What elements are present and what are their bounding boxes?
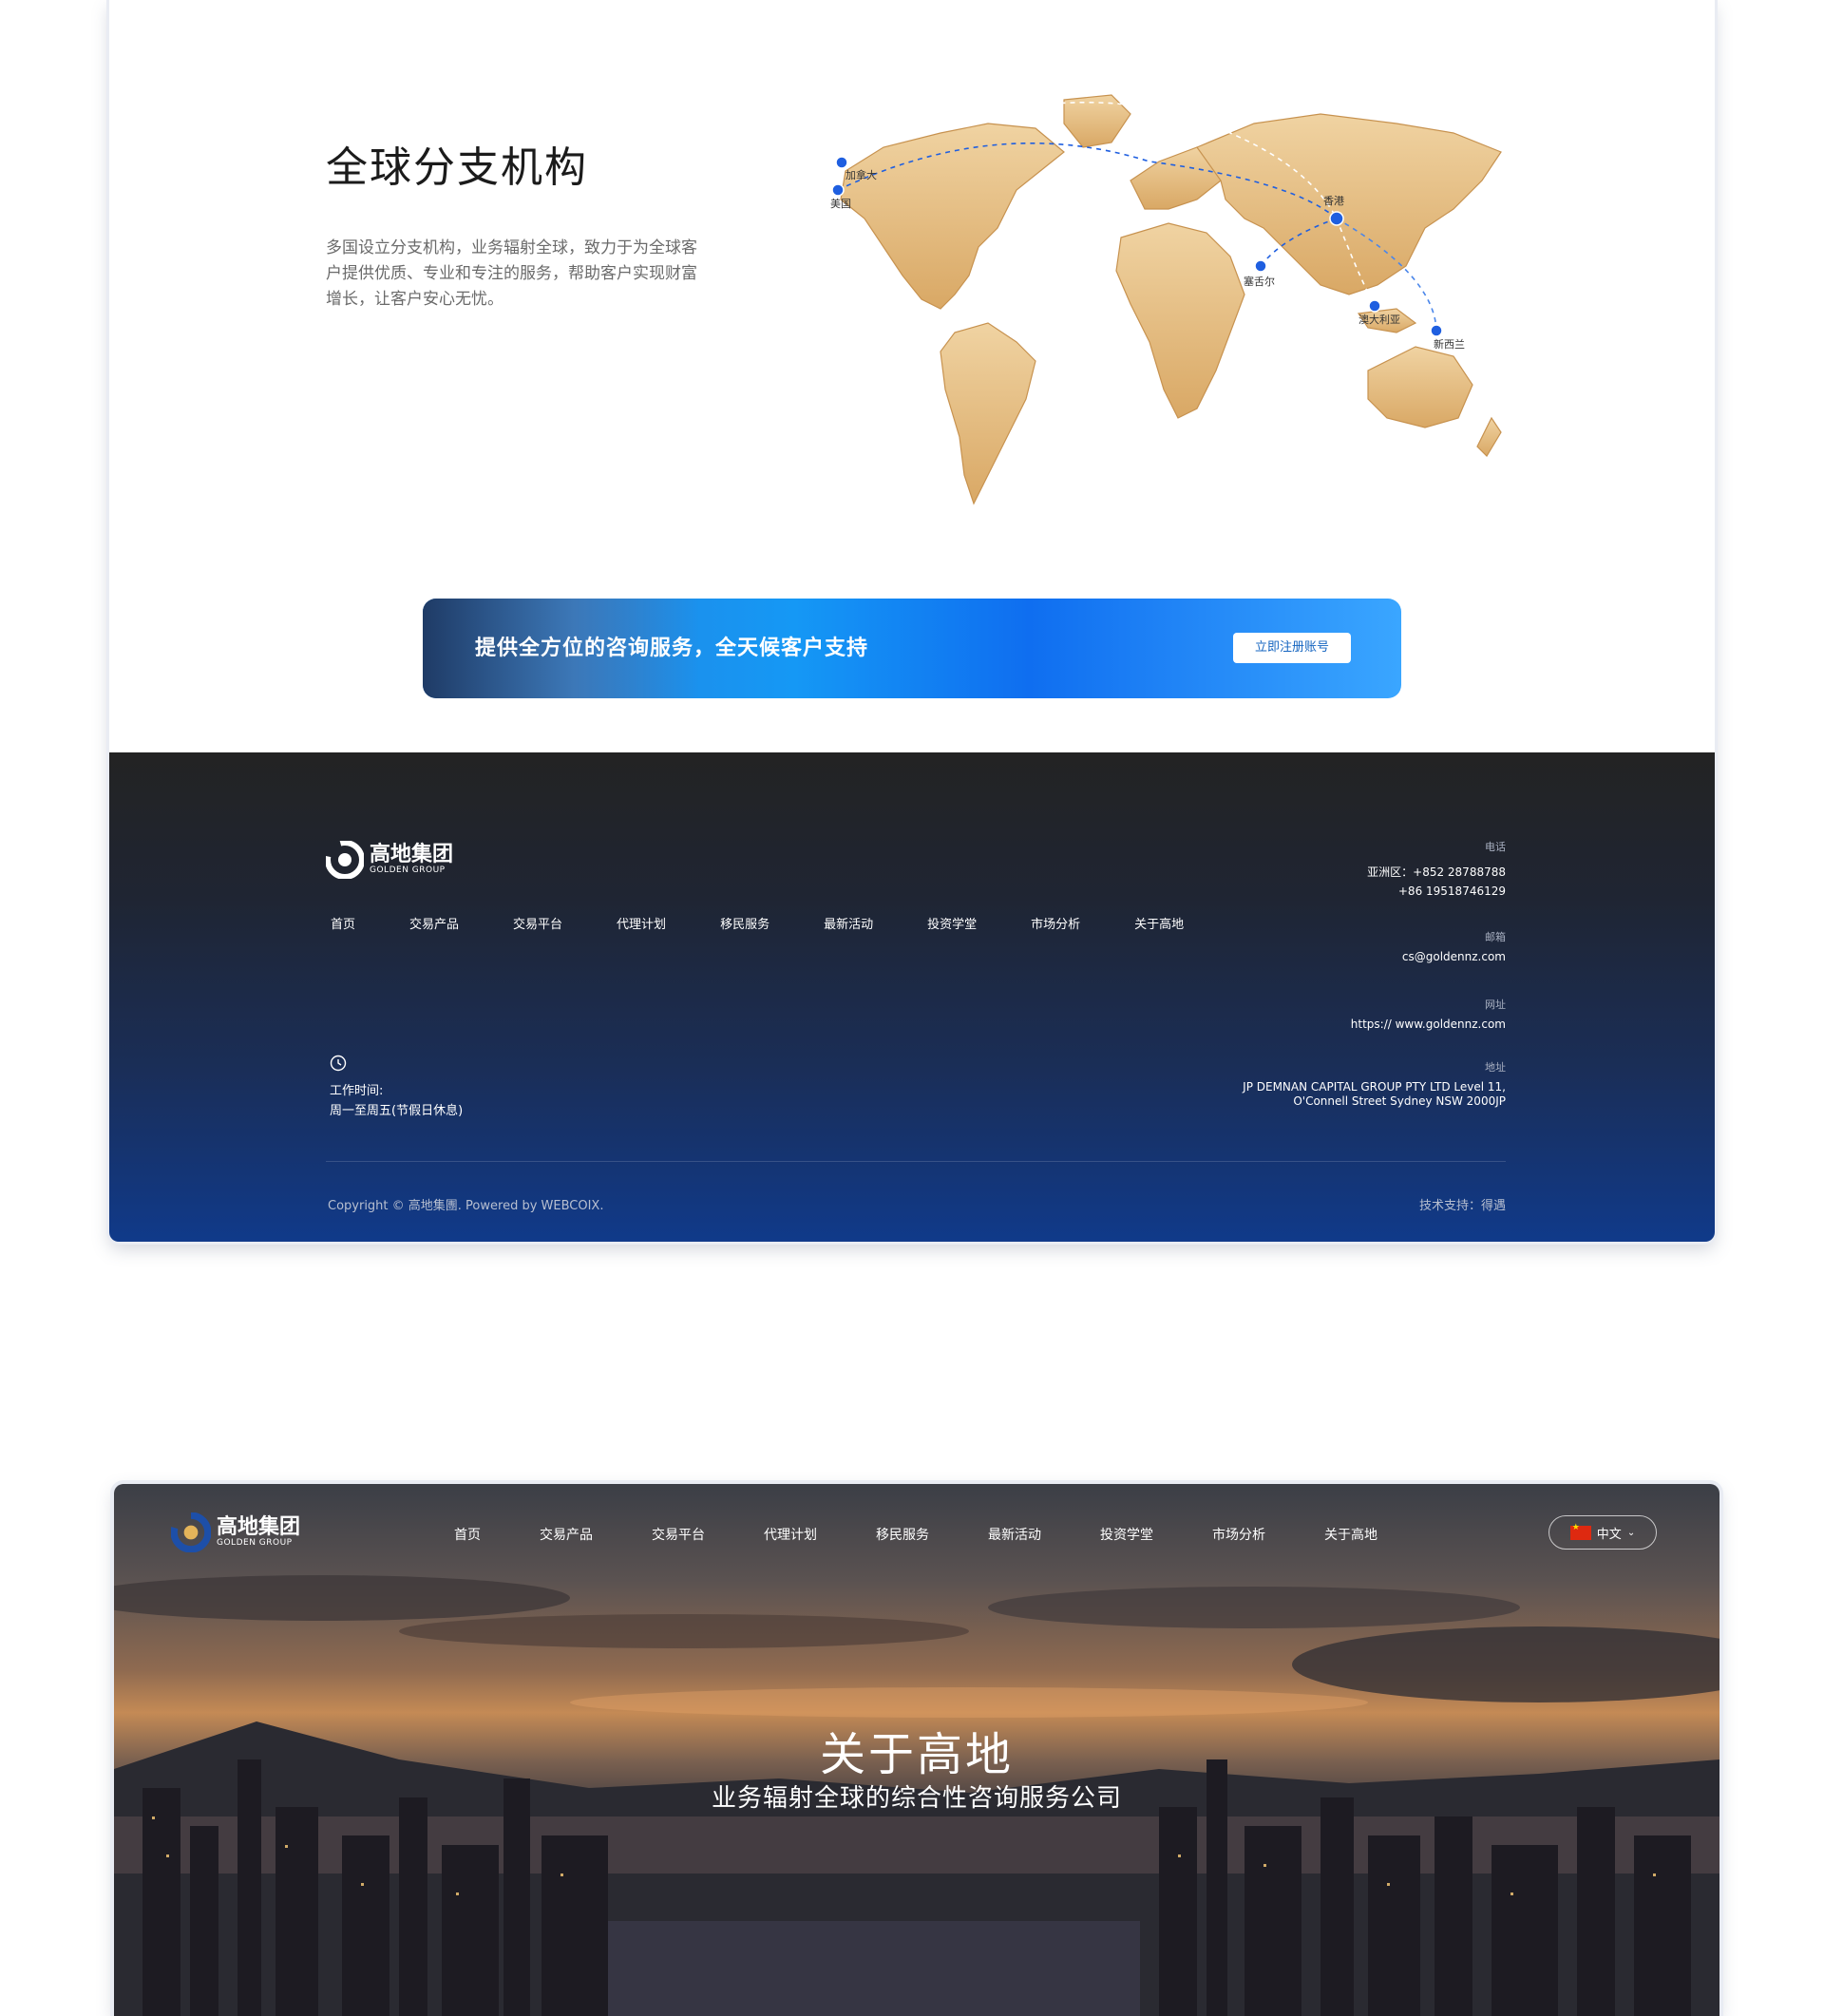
- china-flag-icon: [1569, 1523, 1591, 1540]
- label-canada: 加拿大: [846, 168, 877, 181]
- nav-products[interactable]: 交易产品: [540, 1525, 593, 1544]
- footer-logo-text: 高地集团: [370, 843, 454, 866]
- footer-logo-en: GOLDEN GROUP: [370, 865, 446, 875]
- africa-shape: [1115, 222, 1245, 419]
- pin-canada: [835, 156, 848, 169]
- register-button[interactable]: 立即注册账号: [1233, 633, 1351, 663]
- hours-label: 工作时间:: [330, 1084, 384, 1098]
- hero-title: 关于高地: [819, 1728, 1014, 1781]
- nav-academy[interactable]: 投资学堂: [1100, 1525, 1153, 1544]
- pin-australia: [1368, 299, 1381, 313]
- footer-nav-immigration[interactable]: 移民服务: [720, 914, 770, 932]
- pin-seychelles: [1254, 259, 1267, 273]
- footer-nav-about[interactable]: 关于高地: [1134, 914, 1184, 932]
- nav-home[interactable]: 首页: [454, 1525, 481, 1544]
- clock-icon: [330, 1055, 347, 1072]
- nav-immigration[interactable]: 移民服务: [876, 1525, 929, 1544]
- branches-description: 多国设立分支机构，业务辐射全球，致力于为全球客户提供优质、专业和专注的服务，帮助…: [326, 238, 697, 309]
- address-label: 地址: [1485, 1061, 1506, 1074]
- language-selector[interactable]: 中文 ⌄: [1548, 1515, 1657, 1550]
- footer-phone: 电话 亚洲区：+852 28788788 +86 19518746129: [1367, 838, 1506, 901]
- nav-agent[interactable]: 代理计划: [764, 1525, 817, 1544]
- footer-logo[interactable]: 高地集团 GOLDEN GROUP: [326, 841, 453, 879]
- address-line1: JP DEMNAN CAPITAL GROUP PTY LTD Level 11…: [1243, 1080, 1506, 1094]
- hours-value: 周一至周五(节假日休息): [330, 1104, 464, 1118]
- about-page-frame: 高地集团 GOLDEN GROUP 首页 交易产品 交易平台 代理计划 移民服务…: [114, 1484, 1720, 2016]
- phone-asia[interactable]: 亚洲区：+852 28788788: [1367, 863, 1506, 882]
- header-logo[interactable]: 高地集团 GOLDEN GROUP: [171, 1512, 300, 1552]
- australia-shape: [1367, 346, 1473, 428]
- logo-swirl-icon: [326, 841, 364, 879]
- new-zealand-shape: [1476, 416, 1502, 457]
- footer-divider: [326, 1161, 1506, 1162]
- footer-nav-events[interactable]: 最新活动: [824, 914, 873, 932]
- label-usa: 美国: [830, 198, 851, 210]
- nav-analysis[interactable]: 市场分析: [1212, 1525, 1265, 1544]
- branches-page-frame: 全球分支机构 多国设立分支机构，业务辐射全球，致力于为全球客户提供优质、专业和专…: [109, 0, 1715, 1242]
- footer-email: 邮箱 cs@goldennz.com: [1402, 928, 1506, 966]
- footer-nav-platform[interactable]: 交易平台: [513, 914, 562, 932]
- cta-banner: 提供全方位的咨询服务，全天候客户支持 立即注册账号: [423, 599, 1401, 698]
- footer-address: 地址 JP DEMNAN CAPITAL GROUP PTY LTD Level…: [1243, 1060, 1506, 1109]
- language-label: 中文: [1596, 1527, 1622, 1542]
- header-logo-en: GOLDEN GROUP: [217, 1538, 293, 1548]
- asia-shape: [1196, 113, 1502, 295]
- working-hours: 工作时间: 周一至周五(节假日休息): [330, 1081, 463, 1121]
- label-australia: 澳大利亚: [1358, 313, 1400, 326]
- chevron-down-icon: ⌄: [1626, 1527, 1636, 1538]
- footer-nav-analysis[interactable]: 市场分析: [1031, 914, 1080, 932]
- footer-nav-academy[interactable]: 投资学堂: [927, 914, 977, 932]
- copyright: Copyright © 高地集團. Powered by WEBCOIX.: [328, 1199, 604, 1213]
- email-label: 邮箱: [1485, 931, 1506, 943]
- pin-newzealand: [1430, 324, 1443, 337]
- footer-nav: 首页 交易产品 交易平台 代理计划 移民服务 最新活动 投资学堂 市场分析 关于…: [331, 914, 1238, 932]
- nav-events[interactable]: 最新活动: [988, 1525, 1041, 1544]
- cta-text: 提供全方位的咨询服务，全天候客户支持: [475, 637, 869, 660]
- website-label: 网址: [1485, 998, 1506, 1011]
- logo-swirl-icon: [171, 1512, 211, 1552]
- pin-hongkong: [1329, 211, 1344, 226]
- footer-nav-agent[interactable]: 代理计划: [617, 914, 666, 932]
- email-value[interactable]: cs@goldennz.com: [1402, 947, 1506, 966]
- world-map: 加拿大 美国 香港 塞舌尔 澳大利亚 新西兰: [830, 94, 1502, 505]
- branches-title: 全球分支机构: [326, 143, 588, 192]
- tech-support: 技术支持：得遇: [1418, 1199, 1506, 1213]
- footer-nav-products[interactable]: 交易产品: [409, 914, 459, 932]
- phone-cn[interactable]: +86 19518746129: [1367, 882, 1506, 901]
- footer-website: 网址 https:// www.goldennz.com: [1351, 996, 1506, 1034]
- label-seychelles: 塞舌尔: [1244, 275, 1275, 288]
- header-nav: 首页 交易产品 交易平台 代理计划 移民服务 最新活动 投资学堂 市场分析 关于…: [454, 1525, 1436, 1544]
- address-line2: O'Connell Street Sydney NSW 2000JP: [1293, 1094, 1506, 1108]
- pin-usa: [831, 183, 845, 197]
- label-newzealand: 新西兰: [1434, 337, 1465, 351]
- footer: 高地集团 GOLDEN GROUP 首页 交易产品 交易平台 代理计划 移民服务…: [109, 752, 1715, 1242]
- south-america-shape: [940, 322, 1036, 505]
- website-value[interactable]: https:// www.goldennz.com: [1351, 1015, 1506, 1034]
- north-america-shape: [840, 123, 1065, 310]
- header-logo-text: 高地集团: [217, 1515, 301, 1539]
- footer-nav-home[interactable]: 首页: [331, 914, 355, 932]
- phone-label: 电话: [1485, 841, 1506, 853]
- hero-subtitle: 业务辐射全球的综合性咨询服务公司: [711, 1784, 1122, 1813]
- label-hongkong: 香港: [1323, 195, 1344, 207]
- nav-about[interactable]: 关于高地: [1324, 1525, 1378, 1544]
- nav-platform[interactable]: 交易平台: [652, 1525, 705, 1544]
